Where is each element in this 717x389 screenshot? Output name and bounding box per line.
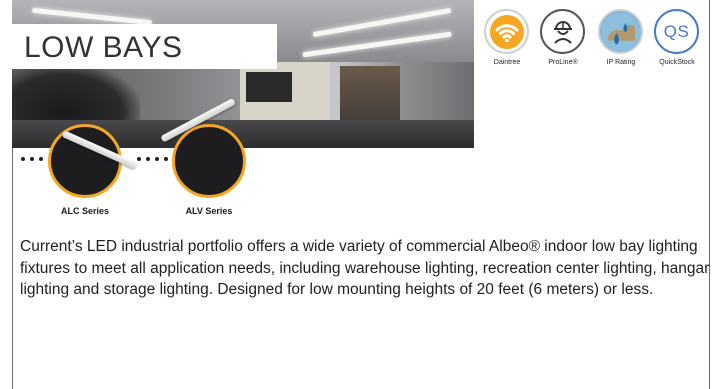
alv-series-image[interactable] <box>172 124 246 198</box>
proline-badge[interactable] <box>540 9 585 54</box>
worker-icon <box>553 20 572 44</box>
quickstock-label: QuickStock <box>659 59 695 66</box>
hero-banner <box>246 72 292 102</box>
daintree-badge[interactable] <box>484 9 529 54</box>
connector-dot <box>146 157 150 161</box>
ip-rating-badge[interactable] <box>598 9 643 54</box>
connector-dot <box>39 157 43 161</box>
ip-rating-label: IP Rating <box>606 59 636 66</box>
product-label-alv: ALV Series <box>185 206 233 216</box>
connector-dot <box>155 157 159 161</box>
connector-dot <box>30 157 34 161</box>
description-text: Current’s LED industrial portfolio offer… <box>20 238 710 298</box>
connector-dot <box>21 157 25 161</box>
page-title: LOW BAYS <box>24 31 183 64</box>
connector-dot <box>164 157 168 161</box>
quickstock-badge[interactable]: QS <box>654 9 699 54</box>
alc-series-image[interactable] <box>48 124 122 198</box>
qs-icon: QS <box>663 21 690 41</box>
proline-label: ProLine® <box>548 59 578 66</box>
wifi-icon <box>489 14 524 49</box>
daintree-label: Daintree <box>493 59 521 66</box>
product-label-alc: ALC Series <box>60 206 110 216</box>
connector-dot <box>137 157 141 161</box>
water-drops-icon <box>600 11 641 52</box>
